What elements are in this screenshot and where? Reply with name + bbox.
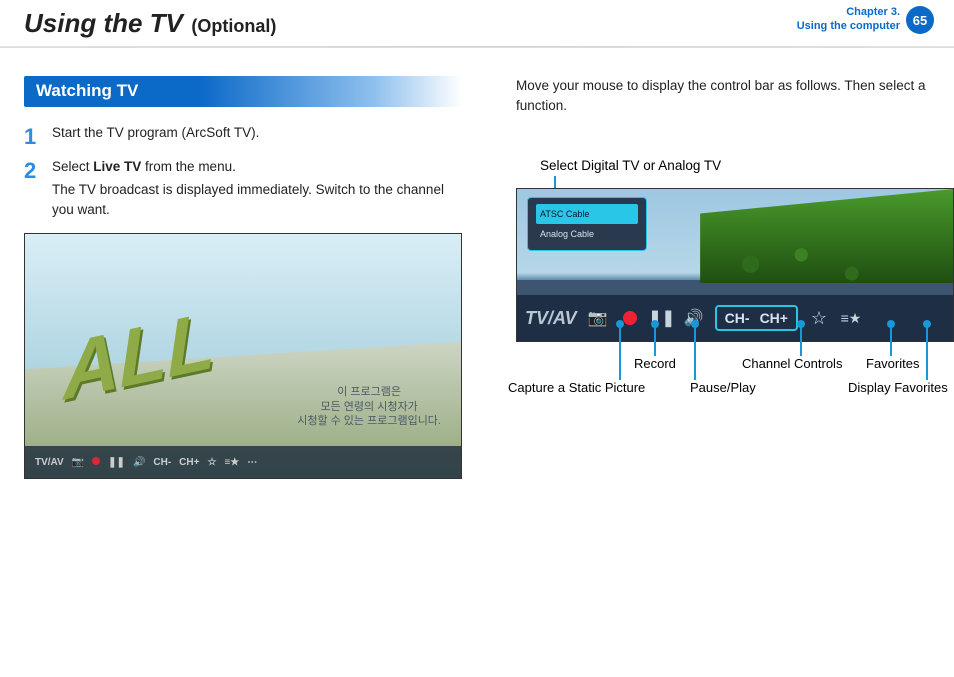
more-icon: ⋯: [247, 457, 257, 468]
step-number: 1: [24, 121, 36, 153]
favorites-button[interactable]: ☆: [808, 307, 830, 329]
list-icon: ≡★: [224, 457, 239, 468]
step-text-bold: Live TV: [93, 159, 141, 174]
menu-item-analog[interactable]: Analog Cable: [536, 224, 638, 244]
control-bar-large: TV/AV 📷 ❚❚ 🔊 CH- CH+ ☆ ≡★: [517, 295, 953, 341]
page-number-badge: 65: [906, 6, 934, 34]
page-title-sub: (Optional): [191, 16, 276, 36]
chapter-line1: Chapter 3.: [797, 6, 900, 20]
step-2: 2 Select Live TV from the menu. The TV b…: [24, 157, 462, 220]
ch-plus-button[interactable]: CH+: [760, 310, 788, 326]
step-text-extra: The TV broadcast is displayed immediatel…: [52, 180, 462, 219]
menu-item-atsc[interactable]: ATSC Cable: [536, 204, 638, 224]
step-text-a: Select: [52, 159, 93, 174]
tvav-label: TV/AV: [35, 457, 64, 468]
callout-record: Record: [634, 356, 676, 371]
pause-icon: ❚❚: [108, 457, 125, 468]
intro-text: Move your mouse to display the control b…: [516, 76, 930, 115]
step-1: 1 Start the TV program (ArcSoft TV).: [24, 123, 462, 143]
screenshot-tv-broadcast: ALL 이 프로그램은 모든 연령의 시청자가 시청할 수 있는 프로그램입니다…: [24, 233, 462, 479]
capture-button[interactable]: 📷: [587, 307, 609, 329]
control-bar-small: TV/AV 📷 ❚❚ 🔊 CH- CH+ ☆ ≡★ ⋯: [25, 446, 461, 478]
chapter-block: Chapter 3. Using the computer 65: [797, 6, 934, 34]
ch-minus: CH-: [153, 457, 171, 468]
section-header-watching-tv: Watching TV: [24, 76, 462, 107]
page-title-main: Using the TV: [24, 8, 183, 38]
step-number: 2: [24, 155, 36, 187]
ch-plus: CH+: [179, 457, 199, 468]
step-text-b: from the menu.: [141, 159, 236, 174]
star-icon: ☆: [207, 457, 216, 468]
record-icon: [92, 457, 100, 465]
callout-channel: Channel Controls: [742, 356, 842, 371]
callout-select-tv-type: Select Digital TV or Analog TV: [540, 158, 721, 173]
step-text: Start the TV program (ArcSoft TV).: [52, 125, 259, 140]
chapter-line2: Using the computer: [797, 20, 900, 34]
channel-controls[interactable]: CH- CH+: [715, 305, 798, 331]
callout-favorites: Favorites: [866, 356, 919, 371]
broadcast-caption: 이 프로그램은 모든 연령의 시청자가 시청할 수 있는 프로그램입니다.: [297, 385, 441, 428]
callout-capture: Capture a Static Picture: [508, 380, 645, 395]
camera-icon: 📷: [72, 457, 84, 468]
volume-icon: 🔊: [133, 457, 145, 468]
chapter-text: Chapter 3. Using the computer: [797, 6, 900, 34]
tvav-button[interactable]: TV/AV: [525, 308, 577, 329]
tv-type-menu: ATSC Cable Analog Cable: [527, 197, 647, 251]
screenshot-control-bar: ATSC Cable Analog Cable TV/AV 📷 ❚❚ 🔊 CH-…: [516, 188, 954, 342]
ch-minus-button[interactable]: CH-: [725, 310, 750, 326]
callout-pauseplay: Pause/Play: [690, 380, 756, 395]
callout-display-favorites: Display Favorites: [848, 380, 948, 395]
display-favorites-button[interactable]: ≡★: [840, 307, 862, 329]
